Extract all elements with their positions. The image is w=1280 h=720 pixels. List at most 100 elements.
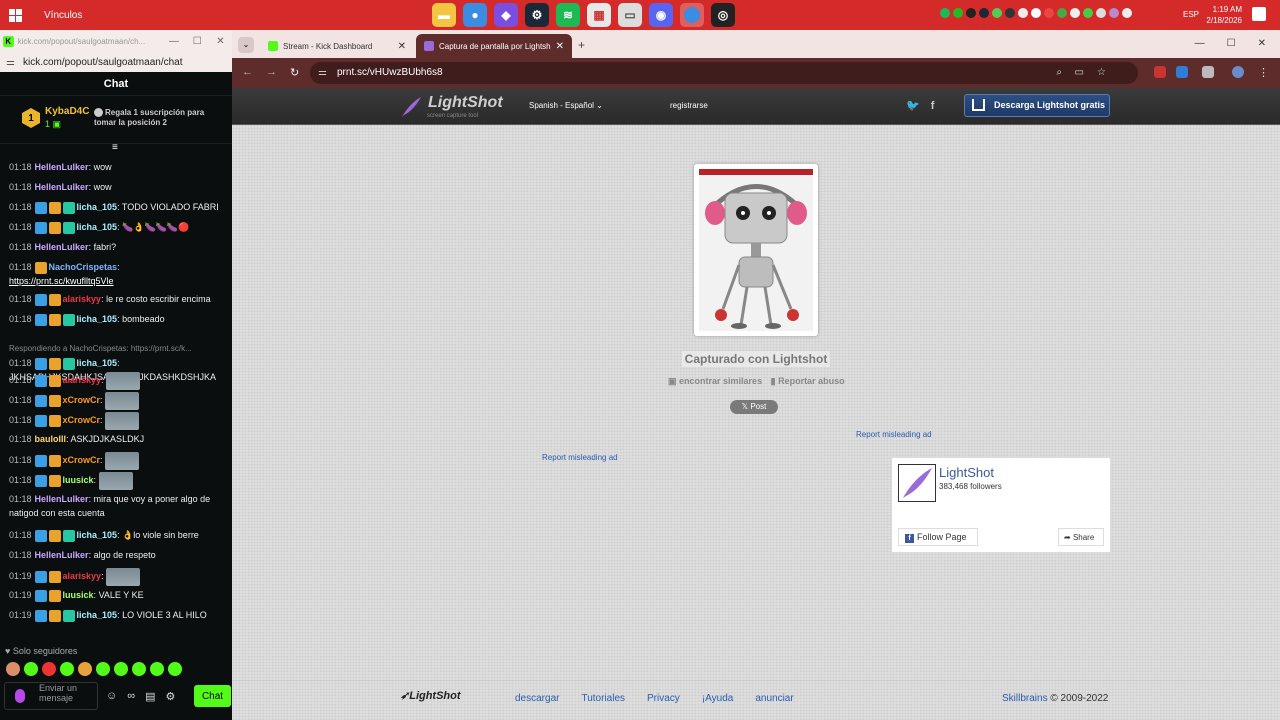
message-username[interactable]: licha_105 <box>77 358 118 368</box>
twitter-icon[interactable]: 🐦 <box>906 100 920 112</box>
fb-page-name[interactable]: LightShot <box>939 465 994 480</box>
emote-icon[interactable] <box>24 662 38 676</box>
chat-url-bar[interactable]: ⚌ kick.com/popout/saulgoatmaan/chat <box>0 52 232 72</box>
close-tab-icon[interactable]: ✕ <box>556 41 564 52</box>
chat-emote-image[interactable] <box>105 452 140 470</box>
message-username[interactable]: licha_105 <box>77 202 118 212</box>
register-link[interactable]: registrarse <box>670 101 708 110</box>
copilot-icon[interactable]: ◆ <box>494 3 518 27</box>
message-username[interactable]: HellenLulker <box>35 242 89 252</box>
steam-icon[interactable]: ⚙ <box>525 3 549 27</box>
chat-message-input[interactable]: Enviar un mensaje <box>4 682 98 710</box>
tray-app-icon[interactable] <box>966 8 976 18</box>
share-button[interactable]: ➦ Share <box>1058 528 1104 546</box>
tray-app-icon[interactable] <box>1109 8 1119 18</box>
wifi-icon[interactable] <box>1122 8 1132 18</box>
message-username[interactable]: HellenLulker <box>35 494 89 504</box>
chat-emote-image[interactable] <box>105 392 140 410</box>
footer-link-privacy[interactable]: Privacy <box>647 693 680 704</box>
facebook-icon[interactable]: f <box>931 100 935 112</box>
menu-icon[interactable]: ⋮ <box>1258 66 1269 79</box>
maximize-button[interactable]: ☐ <box>186 36 209 47</box>
message-username[interactable]: xCrowCr <box>63 395 101 405</box>
emote-picker-icon[interactable]: ☺ <box>106 690 117 703</box>
discord-icon[interactable]: ◉ <box>649 3 673 27</box>
emote-icon[interactable] <box>42 662 56 676</box>
emote-icon[interactable] <box>114 662 128 676</box>
language-indicator[interactable]: ESP <box>1183 10 1199 19</box>
emote-icon[interactable] <box>60 662 74 676</box>
notification-icon[interactable] <box>1252 7 1266 21</box>
infinity-icon[interactable]: ∞ <box>127 690 135 703</box>
chrome-icon[interactable]: ● <box>463 3 487 27</box>
language-select[interactable]: Spanish - Español ⌄ <box>529 101 603 110</box>
tray-app-icon[interactable] <box>1044 8 1054 18</box>
tray-app-icon[interactable] <box>1005 8 1015 18</box>
message-username[interactable]: HellenLulker <box>35 162 89 172</box>
close-tab-icon[interactable]: ✕ <box>398 41 406 52</box>
close-button[interactable]: ✕ <box>209 36 232 47</box>
chat-settings-icon[interactable]: ≡ <box>112 142 118 153</box>
maximize-button[interactable]: ☐ <box>1227 38 1236 49</box>
message-username[interactable]: baulolll <box>35 434 67 444</box>
close-button[interactable]: ✕ <box>1258 38 1266 49</box>
site-settings-icon[interactable]: ⚌ <box>6 57 15 68</box>
chat-emote-image[interactable] <box>105 412 140 430</box>
emote-icon[interactable] <box>6 662 20 676</box>
printer-icon[interactable]: ▭ <box>618 3 642 27</box>
forward-icon[interactable]: → <box>266 66 277 78</box>
find-similar-link[interactable]: encontrar similares <box>679 376 762 386</box>
tray-app-icon[interactable] <box>1031 8 1041 18</box>
store-icon[interactable]: ▤ <box>145 690 155 703</box>
chat-emote-image[interactable] <box>106 372 141 390</box>
chrome-active-icon[interactable] <box>680 3 704 27</box>
new-tab-button[interactable]: + <box>578 38 585 52</box>
reload-icon[interactable]: ↻ <box>290 66 299 79</box>
report-abuse-link[interactable]: Reportar abuso <box>778 376 845 386</box>
message-username[interactable]: alariskyy <box>63 294 102 304</box>
message-username[interactable]: alariskyy <box>63 571 102 581</box>
gear-icon[interactable]: ⚙ <box>165 690 175 703</box>
report-ad-link[interactable]: Report misleading ad <box>856 430 932 439</box>
tray-app-icon[interactable] <box>992 8 1002 18</box>
clock[interactable]: 1:19 AM 2/18/2026 <box>1200 4 1242 26</box>
tab-lightshot[interactable]: Captura de pantalla por Lightsh ✕ <box>416 34 572 58</box>
tray-app-icon[interactable] <box>1083 8 1093 18</box>
mic-icon[interactable] <box>15 689 25 703</box>
emote-icon[interactable] <box>78 662 92 676</box>
extensions-puzzle-icon[interactable] <box>1202 66 1214 78</box>
profile-avatar[interactable] <box>1232 66 1244 78</box>
pinned-username[interactable]: KybaD4C <box>45 106 89 117</box>
tray-app-icon[interactable] <box>953 8 963 18</box>
gift-sub-prompt[interactable]: Regala 1 suscripción para tomar la posic… <box>94 108 214 128</box>
minimize-button[interactable]: — <box>1195 38 1205 49</box>
install-icon[interactable]: ▭ <box>1075 62 1084 84</box>
zoom-icon[interactable]: ⌕ <box>1056 62 1062 84</box>
tab-kick-dashboard[interactable]: Stream - Kick Dashboard ✕ <box>260 34 414 58</box>
file-explorer-icon[interactable]: ▬ <box>432 3 456 27</box>
emote-icon[interactable] <box>150 662 164 676</box>
message-username[interactable]: alariskyy <box>63 375 102 385</box>
screenshot-image[interactable] <box>694 164 818 336</box>
emote-icon[interactable] <box>96 662 110 676</box>
volume-icon[interactable] <box>1070 8 1080 18</box>
lightshot-logo[interactable]: LightShot <box>428 94 503 112</box>
footer-link-download[interactable]: descargar <box>515 693 559 704</box>
message-username[interactable]: xCrowCr <box>63 455 101 465</box>
message-username[interactable]: HellenLulker <box>35 182 89 192</box>
footer-link-advertise[interactable]: anunciar <box>755 693 793 704</box>
message-username[interactable]: luusick <box>63 475 94 485</box>
obs-icon[interactable]: ◎ <box>711 3 735 27</box>
message-username[interactable]: luusick <box>63 590 94 600</box>
tray-app-icon[interactable] <box>1096 8 1106 18</box>
tray-app-icon[interactable] <box>940 8 950 18</box>
message-username[interactable]: HellenLulker <box>35 550 89 560</box>
chat-emote-image[interactable] <box>106 568 141 586</box>
skillbrains-link[interactable]: Skillbrains <box>1002 693 1048 704</box>
tray-app-icon[interactable] <box>1057 8 1067 18</box>
message-username[interactable]: xCrowCr <box>63 415 101 425</box>
footer-link-help[interactable]: ¡Ayuda <box>702 693 734 704</box>
emote-icon[interactable] <box>132 662 146 676</box>
extension-icon[interactable] <box>1176 66 1188 78</box>
send-chat-button[interactable]: Chat <box>194 685 231 707</box>
